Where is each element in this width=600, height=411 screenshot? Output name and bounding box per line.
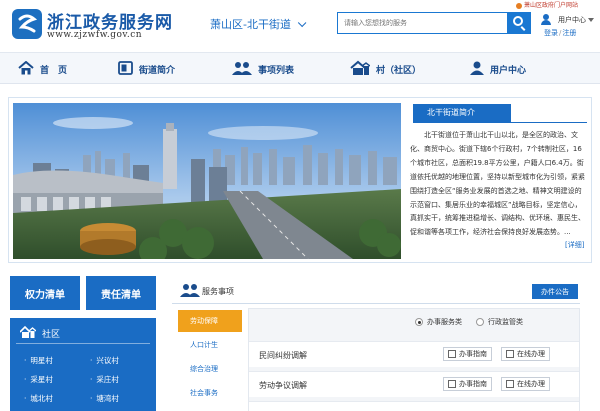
service-list: 办事服务类 行政监管类 民间纠纷调解 办事指南 在线办理 劳动争议调解 办事指南… [248, 308, 580, 411]
login-link[interactable]: 登录 [544, 29, 558, 37]
village-item[interactable]: 兴议村 [90, 355, 119, 366]
radio-supervision[interactable] [476, 318, 484, 326]
nav-item-matters[interactable]: 事项列表 [232, 53, 294, 85]
computer-icon [506, 380, 514, 388]
home-icon [18, 60, 34, 78]
nav-item-home[interactable]: 首 页 [18, 53, 67, 85]
nav-item-intro[interactable]: 街道简介 [118, 53, 175, 85]
community-panel: 社区 明星村 兴议村 采星村 采庄村 城北村 塘湾村 [10, 318, 156, 411]
caret-down-icon [588, 18, 594, 22]
book-icon [118, 60, 133, 78]
user-center-dropdown[interactable]: 用户中心 [558, 15, 594, 25]
region-selector[interactable]: 萧山区-北干街道 [210, 16, 307, 32]
table-row [249, 401, 579, 411]
village-house-icon [350, 60, 371, 78]
login-register: 登录/注册 [544, 29, 577, 37]
category-list: 劳动保障 人口计生 综合治理 社会事务 [178, 310, 242, 411]
service-type-radios: 办事服务类 行政监管类 [415, 317, 523, 327]
table-row: 民间纠纷调解 办事指南 在线办理 [249, 341, 579, 367]
village-item[interactable]: 塘湾村 [90, 393, 119, 404]
document-icon [448, 350, 456, 358]
register-link[interactable]: 注册 [562, 29, 576, 37]
table-row: 劳动争议调解 办事指南 在线办理 [249, 371, 579, 397]
village-item[interactable]: 采庄村 [90, 374, 119, 385]
site-logo-icon[interactable] [12, 9, 42, 39]
people-icon [232, 61, 252, 78]
site-url: www.zjzwfw.gov.cn [47, 30, 143, 40]
gov-portal-link[interactable]: 萧山区政府门户网站 [516, 0, 578, 9]
category-labor[interactable]: 劳动保障 [178, 310, 242, 332]
responsibility-list-button[interactable]: 责任清单 [86, 276, 156, 310]
guide-button[interactable]: 办事指南 [443, 347, 492, 361]
village-house-icon [19, 325, 37, 341]
people-icon [180, 283, 200, 299]
document-icon [448, 380, 456, 388]
emblem-icon [516, 2, 522, 9]
online-button[interactable]: 在线办理 [501, 347, 550, 361]
user-icon [470, 61, 484, 78]
item-name[interactable]: 劳动争议调解 [259, 380, 307, 391]
city-skyline-photo [13, 103, 401, 259]
intro-text: 北干街道位于萧山北干山以北，是全区的政治、文化、商贸中心。街道下辖6个行政村，7… [410, 131, 585, 237]
service-header: 服务事项 办件公告 [172, 278, 580, 304]
intro-banner: 北干街道简介 北干街道位于萧山北干山以北，是全区的政治、文化、商贸中心。街道下辖… [8, 97, 592, 263]
category-social[interactable]: 社会事务 [178, 382, 242, 404]
online-button[interactable]: 在线办理 [501, 377, 550, 391]
computer-icon [506, 350, 514, 358]
intro-tab-divider [413, 122, 587, 123]
nav-item-village[interactable]: 村（社区） [350, 53, 421, 85]
nav-item-user-center[interactable]: 用户中心 [470, 53, 526, 85]
chevron-down-icon [297, 18, 307, 28]
power-list-button[interactable]: 权力清单 [10, 276, 80, 310]
intro-more-link[interactable]: [详细] [565, 240, 584, 250]
user-icon[interactable] [541, 14, 551, 25]
intro-tab[interactable]: 北干街道简介 [413, 104, 511, 122]
notice-button[interactable]: 办件公告 [532, 284, 578, 299]
item-name[interactable]: 民间纠纷调解 [259, 350, 307, 361]
guide-button[interactable]: 办事指南 [443, 377, 492, 391]
category-governance[interactable]: 综合治理 [178, 358, 242, 380]
search-input[interactable] [337, 12, 507, 34]
region-label: 萧山区-北干街道 [210, 18, 291, 31]
service-panel: 服务事项 办件公告 劳动保障 人口计生 综合治理 社会事务 办事服务类 行政监管… [172, 278, 580, 411]
main-nav: 首 页 街道简介 事项列表 村（社区） 用户中心 [0, 52, 600, 84]
village-item[interactable]: 城北村 [24, 393, 53, 404]
service-title: 服务事项 [202, 287, 234, 296]
village-item[interactable]: 采星村 [24, 374, 53, 385]
village-item[interactable]: 明星村 [24, 355, 53, 366]
search-icon [513, 16, 523, 26]
radio-service[interactable] [415, 318, 423, 326]
community-title: 社区 [19, 325, 60, 341]
search-button[interactable] [507, 12, 531, 34]
category-population[interactable]: 人口计生 [178, 334, 242, 356]
site-header: 浙江政务服务网 www.zjzwfw.gov.cn 萧山区-北干街道 萧山区政府… [0, 0, 600, 52]
